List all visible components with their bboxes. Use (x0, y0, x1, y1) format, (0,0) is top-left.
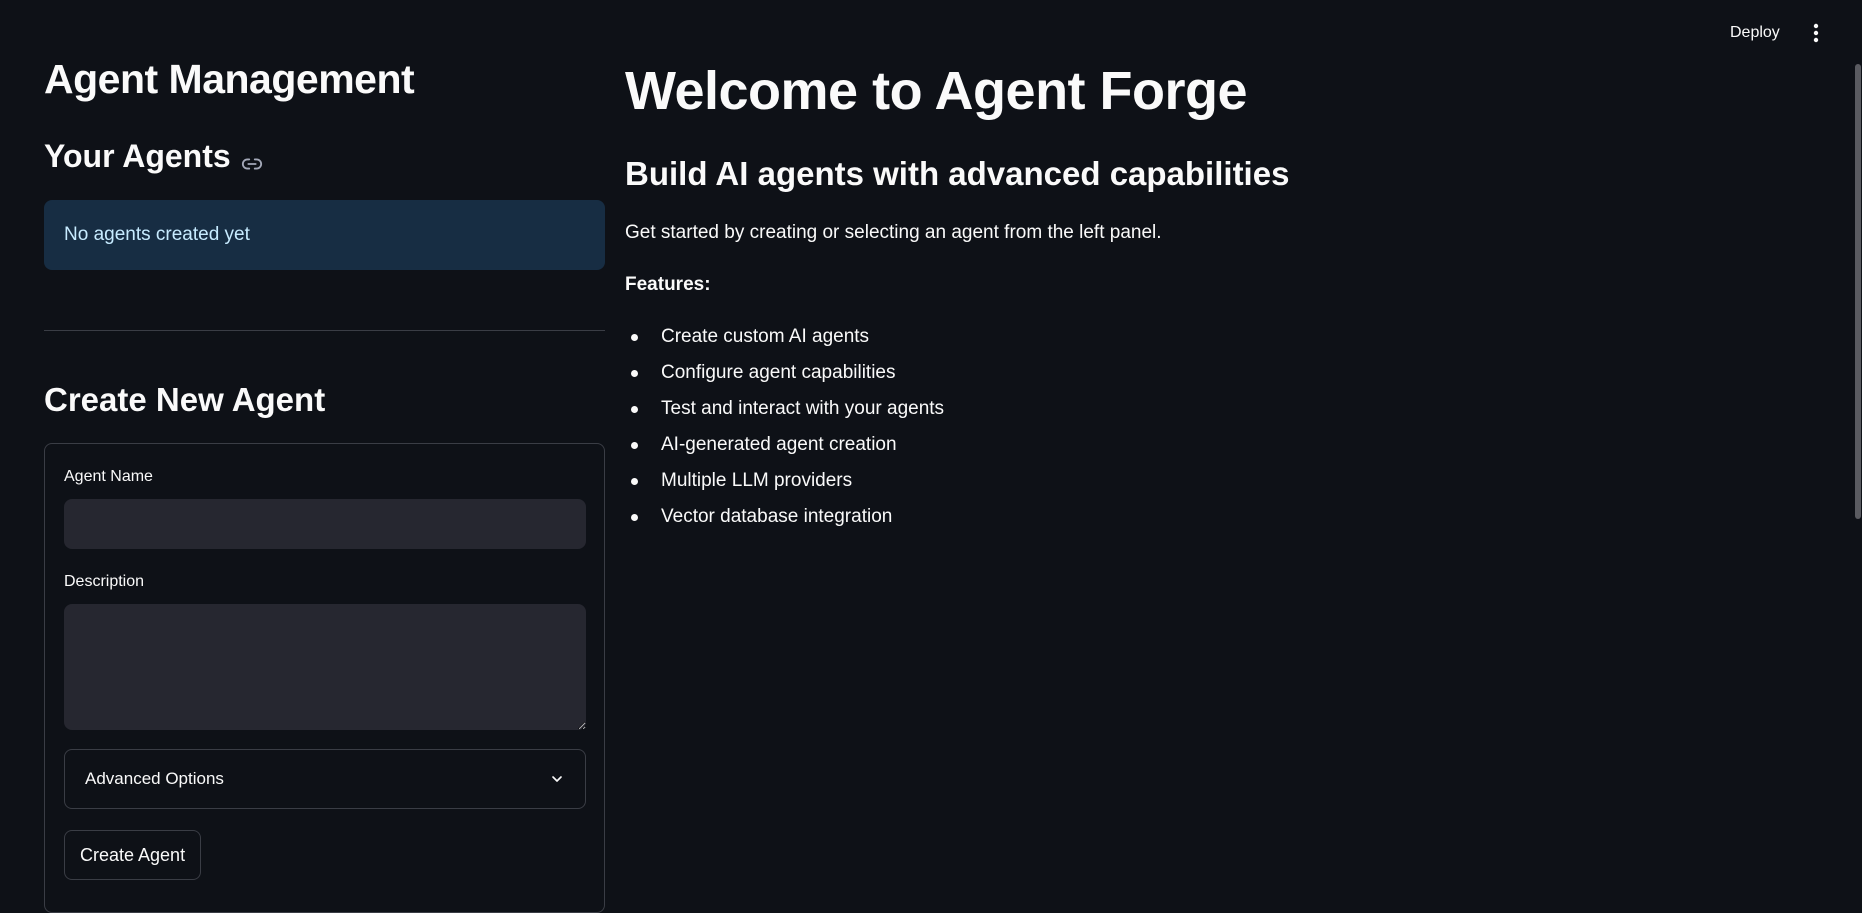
feature-text: Vector database integration (661, 506, 893, 527)
agent-management-title: Agent Management (44, 56, 415, 102)
chevron-down-icon (552, 776, 562, 782)
welcome-subtitle: Build AI agents with advanced capabiliti… (625, 155, 1290, 192)
feature-list: Create custom AI agents Configure agent … (625, 323, 944, 539)
advanced-options-label: Advanced Options (85, 769, 224, 788)
features-label: Features: (625, 274, 711, 295)
your-agents-heading-text: Your Agents (44, 138, 231, 174)
feature-item: Multiple LLM providers (625, 467, 944, 503)
kebab-menu-icon (1813, 23, 1819, 43)
feature-text: Configure agent capabilities (661, 362, 896, 383)
feature-text: Test and interact with your agents (661, 398, 945, 419)
bullet-icon (631, 442, 638, 449)
description-textarea[interactable] (64, 604, 586, 730)
main-menu-button[interactable] (1801, 18, 1831, 48)
create-agent-heading: Create New Agent (44, 381, 326, 418)
bullet-icon (631, 370, 638, 377)
no-agents-message: No agents created yet (64, 224, 250, 245)
deploy-button[interactable]: Deploy (1718, 18, 1792, 48)
intro-text: Get started by creating or selecting an … (625, 222, 1162, 243)
bullet-icon (631, 406, 638, 413)
feature-item: Test and interact with your agents (625, 395, 944, 431)
scrollbar-thumb[interactable] (1855, 64, 1861, 519)
welcome-title: Welcome to Agent Forge (625, 61, 1248, 121)
feature-text: AI-generated agent creation (661, 434, 897, 455)
link-icon[interactable] (241, 146, 263, 169)
bullet-icon (631, 514, 638, 521)
feature-item: AI-generated agent creation (625, 431, 944, 467)
page-scrollbar[interactable] (1855, 64, 1862, 895)
bullet-icon (631, 334, 638, 341)
agent-name-input[interactable] (64, 499, 586, 549)
create-agent-button[interactable]: Create Agent (64, 830, 202, 880)
feature-text: Create custom AI agents (661, 326, 870, 347)
no-agents-info-box: No agents created yet (44, 200, 605, 270)
feature-text: Multiple LLM providers (661, 470, 853, 491)
bullet-icon (631, 478, 638, 485)
description-label: Description (64, 573, 145, 590)
agent-name-label: Agent Name (64, 468, 153, 485)
create-agent-form: Agent Name Description Advanced Options … (44, 443, 605, 913)
advanced-options-expander[interactable]: Advanced Options (64, 749, 586, 809)
your-agents-heading: Your Agents (44, 138, 263, 175)
feature-item: Create custom AI agents (625, 323, 944, 359)
feature-item: Vector database integration (625, 503, 944, 539)
feature-item: Configure agent capabilities (625, 359, 944, 395)
top-bar: Deploy (0, 0, 1862, 64)
section-divider (44, 330, 605, 331)
